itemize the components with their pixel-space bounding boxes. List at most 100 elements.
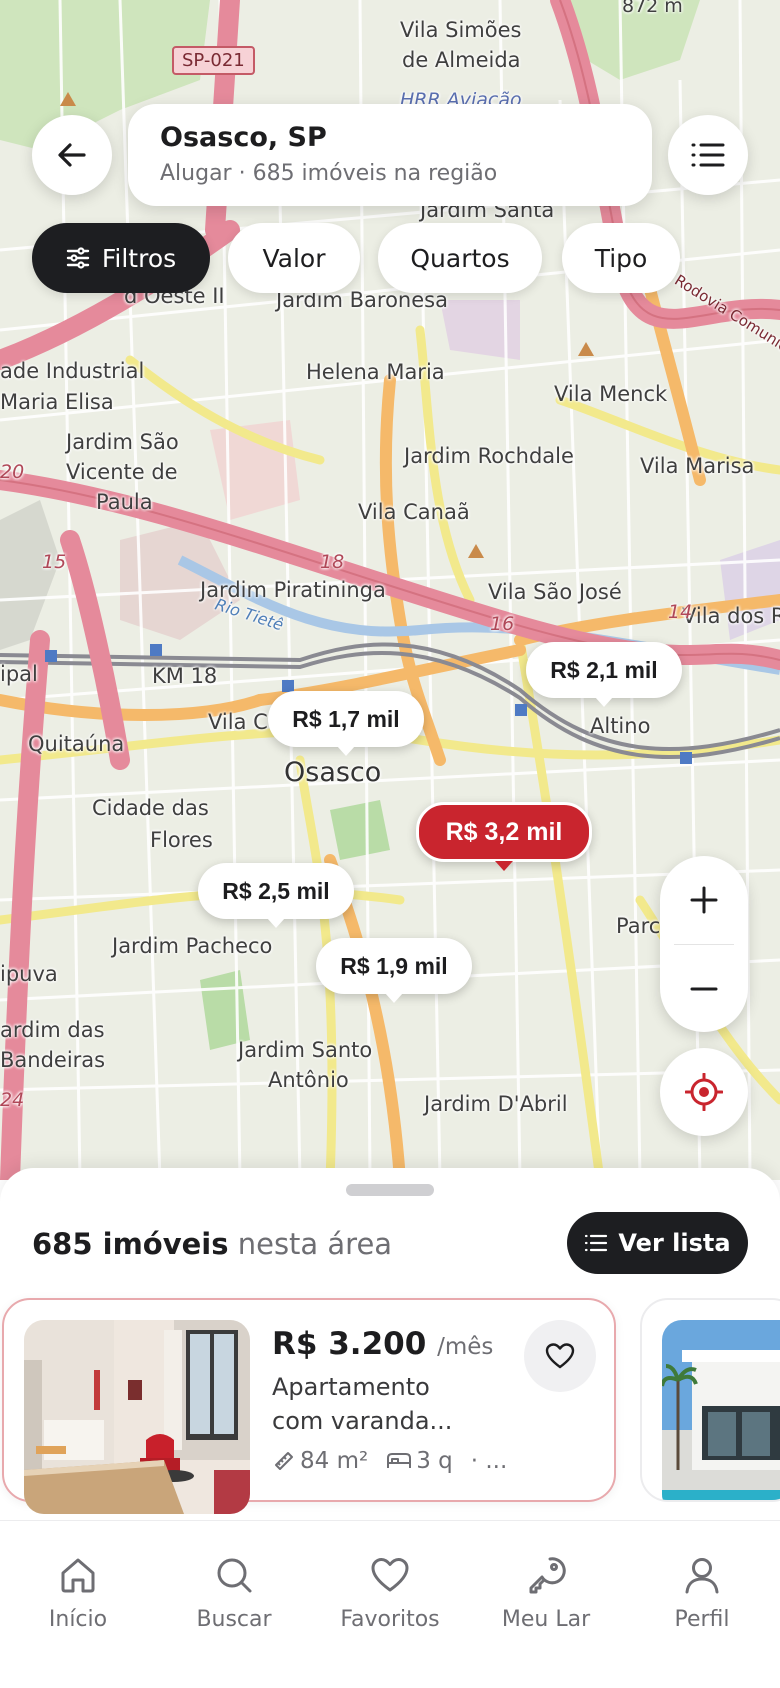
list-icon xyxy=(584,1233,608,1253)
price-pin-label: R$ 2,1 mil xyxy=(550,656,658,683)
results-count: 685 imóveis nesta área xyxy=(32,1222,392,1266)
user-icon xyxy=(685,1558,719,1594)
search-icon xyxy=(217,1558,252,1593)
nav-item-meu-lar[interactable]: Meu Lar xyxy=(468,1521,624,1688)
road-number: 15 xyxy=(42,551,67,573)
map-label: Vila Marisa xyxy=(640,454,755,478)
map-label: Maria Elisa xyxy=(0,390,114,414)
zoom-out-button[interactable] xyxy=(660,945,748,1033)
results-count-number: 685 imóveis xyxy=(32,1227,229,1261)
price-pin-selected[interactable]: R$ 3,2 mil xyxy=(416,802,592,871)
nav-label: Meu Lar xyxy=(501,1607,591,1632)
location-search-card[interactable]: Osasco, SP Alugar · 685 imóveis na regiã… xyxy=(128,104,652,206)
listing-area-value: 84 m² xyxy=(300,1448,369,1474)
road-number: 14 xyxy=(668,601,693,623)
road-number: 18 xyxy=(320,551,345,573)
filter-chip-valor[interactable]: Valor xyxy=(228,223,360,293)
plus-icon xyxy=(690,886,718,914)
listing-price-value: R$ 3.200 xyxy=(272,1326,427,1362)
map-label: Cidade das xyxy=(92,796,209,820)
map-label: Jardim Santo xyxy=(238,1038,373,1062)
map-label: Vicente de xyxy=(66,460,178,484)
nav-item-favoritos[interactable]: Favoritos xyxy=(312,1521,468,1688)
listing-title-line: com varanda... xyxy=(272,1407,453,1435)
price-pin[interactable]: R$ 1,7 mil xyxy=(268,691,424,756)
home-icon xyxy=(61,1558,95,1593)
road-number: 20 xyxy=(0,461,25,483)
filter-chip-tipo[interactable]: Tipo xyxy=(562,223,680,293)
price-pin[interactable]: R$ 1,9 mil xyxy=(316,938,472,1003)
nav-item-perfil[interactable]: Perfil xyxy=(624,1521,780,1688)
favorite-button[interactable] xyxy=(524,1320,596,1392)
map-label: Vila Canaã xyxy=(358,500,470,524)
listing-rooms-value: 3 q xyxy=(416,1448,453,1474)
filter-chip-label: Valor xyxy=(262,243,326,273)
view-list-label: Ver lista xyxy=(618,1229,731,1257)
listing-photo xyxy=(24,1320,250,1514)
location-subtitle: Alugar · 685 imóveis na região xyxy=(160,161,498,186)
listing-area: 84 m² xyxy=(272,1448,368,1474)
price-pin-label: R$ 1,9 mil xyxy=(340,952,448,979)
nav-label: Início xyxy=(48,1607,108,1632)
road-number: 24 xyxy=(0,1089,25,1111)
view-list-button[interactable]: Ver lista xyxy=(567,1212,748,1274)
map-label: ardim das xyxy=(0,1018,105,1042)
map-label: Vila São José xyxy=(488,580,622,604)
map-label: Helena Maria xyxy=(306,360,445,384)
price-pin-label: R$ 1,7 mil xyxy=(292,705,400,732)
back-button[interactable] xyxy=(32,115,112,195)
map-label-city: Osasco xyxy=(284,757,382,788)
map-label: KM 18 xyxy=(152,664,218,688)
map-label: Quitaúna xyxy=(28,732,125,756)
crosshair-icon xyxy=(685,1073,723,1111)
listing-card[interactable] xyxy=(640,1298,780,1502)
filter-chip-quartos[interactable]: Quartos xyxy=(378,223,542,293)
locate-me-button[interactable] xyxy=(660,1048,748,1136)
listing-price: R$ 3.200 /mês xyxy=(272,1322,493,1369)
heart-icon xyxy=(371,1558,409,1592)
heart-icon xyxy=(545,1343,575,1369)
filter-chip-label: Filtros xyxy=(101,243,177,273)
price-pin[interactable]: R$ 2,5 mil xyxy=(198,863,354,928)
bottom-navigation: Início Buscar Favoritos Meu Lar Perfil xyxy=(0,1520,780,1688)
filter-chip-label: Quartos xyxy=(410,243,510,273)
menu-button[interactable] xyxy=(668,115,748,195)
map-label: ade Industrial xyxy=(0,359,145,383)
listing-more: · ... xyxy=(470,1448,508,1474)
map-label: Vila C xyxy=(208,710,268,734)
map-label: ipal xyxy=(0,662,38,686)
map-label: de Almeida xyxy=(402,48,521,72)
road-shield: SP-021 xyxy=(172,46,255,75)
nav-item-inicio[interactable]: Início xyxy=(0,1521,156,1688)
sliders-icon xyxy=(66,247,90,269)
bed-icon xyxy=(387,1453,412,1468)
map-label: Jardim São xyxy=(66,430,179,454)
map-label: Flores xyxy=(150,828,213,852)
nav-item-buscar[interactable]: Buscar xyxy=(156,1521,312,1688)
zoom-controls xyxy=(660,856,748,1032)
map-label: Bandeiras xyxy=(0,1048,106,1072)
list-icon xyxy=(691,143,725,167)
map-label: Vila dos R xyxy=(682,604,780,628)
map-label: Parc xyxy=(616,914,661,938)
map-label: Jardim Rochdale xyxy=(404,444,574,468)
price-pin-label: R$ 3,2 mil xyxy=(445,817,563,846)
results-sheet: 685 imóveis nesta área Ver lista R$ 3.20… xyxy=(0,1168,780,1520)
minus-icon xyxy=(690,987,718,991)
map-label: Jardim Pacheco xyxy=(112,934,273,958)
map-label: Altino xyxy=(590,714,651,738)
sheet-grabber[interactable] xyxy=(346,1184,434,1196)
map-label: 872 m xyxy=(622,0,683,17)
listing-rooms: 3 q xyxy=(386,1448,453,1474)
price-pin[interactable]: R$ 2,1 mil xyxy=(526,642,682,707)
ruler-icon xyxy=(275,1452,293,1470)
zoom-in-button[interactable] xyxy=(660,856,748,944)
listing-card[interactable]: R$ 3.200 /mês Apartamento com varanda...… xyxy=(2,1298,616,1514)
arrow-left-icon xyxy=(58,143,86,167)
results-count-suffix: nesta área xyxy=(237,1227,393,1261)
price-pin-label: R$ 2,5 mil xyxy=(222,877,330,904)
listing-photo xyxy=(662,1320,780,1500)
nav-label: Buscar xyxy=(196,1607,272,1632)
filter-chip-filtros[interactable]: Filtros xyxy=(32,223,210,293)
map-label: ipuva xyxy=(0,962,58,986)
